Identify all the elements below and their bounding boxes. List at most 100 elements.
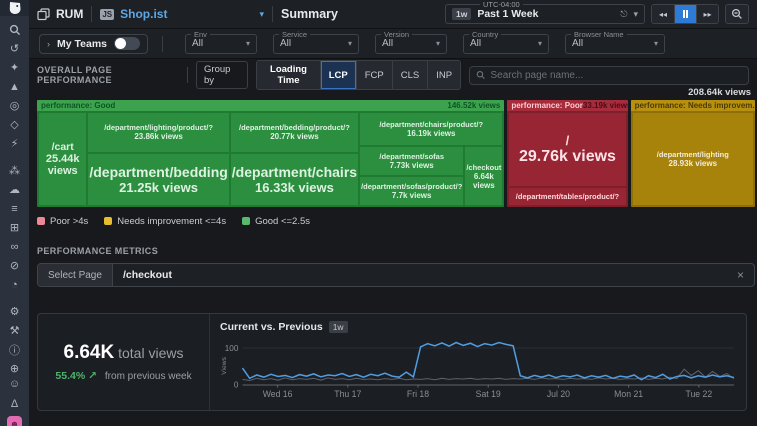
treemap-poor-header: performance: Poor 33.19k views <box>507 100 627 111</box>
env-filter-value: All <box>192 38 203 49</box>
history-icon[interactable]: ↺ <box>4 41 25 56</box>
poor-header-label: performance: Poor <box>511 101 583 110</box>
page-search-box[interactable] <box>469 66 749 85</box>
application-picker[interactable]: JS Shop.ist ▾ <box>100 7 264 21</box>
group-by-button[interactable]: Group by <box>196 61 248 89</box>
treemap-cell-bedding-product[interactable]: /department/bedding/product/?20.77k view… <box>231 113 358 152</box>
step-forward-button[interactable]: ▸▸ <box>696 5 718 23</box>
tab-fcp[interactable]: FCP <box>356 61 392 89</box>
range-badge: 1w <box>452 8 471 20</box>
settings-gear-icon[interactable]: ⚙ <box>4 304 25 319</box>
treemap-group-poor: performance: Poor 33.19k views /29.76k v… <box>507 100 627 207</box>
legend-needs-improvement[interactable]: Needs improvement <=4s <box>104 216 226 227</box>
step-back-button[interactable]: ◂◂ <box>652 5 674 23</box>
search-icon <box>476 70 485 80</box>
datadog-logo[interactable] <box>0 0 29 16</box>
treemap-cell-tables-product[interactable]: /department/tables/product/? <box>509 188 625 205</box>
browser-name-filter[interactable]: Browser Name All ▾ <box>565 34 665 54</box>
my-teams-toggle-pill[interactable]: › My Teams <box>39 34 148 54</box>
pause-button[interactable] <box>674 5 696 23</box>
treemap-col-2: /department/lighting/product/?23.86k vie… <box>88 113 228 205</box>
svg-text:0: 0 <box>234 381 239 390</box>
version-filter-value: All <box>382 38 393 49</box>
treemap-cell-chairs[interactable]: /department/chairs16.33k views <box>231 154 358 206</box>
delta-note: from previous week <box>105 371 192 382</box>
time-scrub-controls: ◂◂ ▸▸ <box>651 4 719 24</box>
delta-line: 55.4% ↗ from previous week <box>55 370 191 382</box>
country-filter-value: All <box>470 38 481 49</box>
legend-poor[interactable]: Poor >4s <box>37 216 88 227</box>
chevron-down-icon: ▾ <box>259 9 264 20</box>
chevron-down-icon: ▾ <box>633 9 638 20</box>
left-sidebar: ↺ ✦ ▲ ◎ ◇ ⚡ ⁂ ☁ ≡ ⊞ ∞ ⊘ ◔ ⚙ ⚒ ⓘ ⊕ ☺ Δ ☻ … <box>0 0 29 426</box>
org-icon[interactable]: ⊕ <box>4 361 25 376</box>
logs-icon[interactable]: ≡ <box>4 201 25 216</box>
version-filter[interactable]: Version All ▾ <box>375 34 447 54</box>
my-teams-label: My Teams <box>57 38 107 50</box>
browser-filter-label: Browser Name <box>571 30 627 39</box>
metrics-icon[interactable]: ▲ <box>4 79 25 94</box>
treemap-cell-cart[interactable]: /cart25.44k views <box>39 113 86 205</box>
page-search-input[interactable] <box>490 70 742 81</box>
clear-selection-icon[interactable]: × <box>727 268 754 282</box>
rum-breadcrumb[interactable]: RUM <box>37 7 83 21</box>
treemap-cell-bedding[interactable]: /department/bedding21.25k views <box>88 154 228 206</box>
zoom-out-button[interactable] <box>725 4 749 24</box>
tab-cls[interactable]: CLS <box>392 61 427 89</box>
apm-icon[interactable]: ◎ <box>4 98 25 113</box>
treemap-cell-lighting[interactable]: /department/lighting28.93k views <box>633 113 753 205</box>
country-filter[interactable]: Country All ▾ <box>463 34 549 54</box>
treemap-cell-chairs-product[interactable]: /department/chairs/product/?16.19k views <box>360 113 502 145</box>
total-views-stats: 6.64K total views 55.4% ↗ from previous … <box>38 314 210 410</box>
chevron-down-icon: ▾ <box>538 39 542 48</box>
security-icon[interactable]: ☁ <box>4 182 25 197</box>
page-title: Summary <box>281 7 338 21</box>
time-range-picker[interactable]: UTC-04:00 1w Past 1 Week ⎋ ▾ <box>445 4 645 24</box>
divider <box>187 67 188 83</box>
tab-lcp[interactable]: LCP <box>320 61 356 89</box>
chevron-down-icon: ▾ <box>246 39 250 48</box>
svg-text:Mon 21: Mon 21 <box>614 389 643 399</box>
tab-inp[interactable]: INP <box>427 61 460 89</box>
user-avatar[interactable]: ☻ <box>7 416 22 426</box>
performance-treemap: performance: Good 146.52k views /cart25.… <box>37 100 755 207</box>
legend-good-label: Good <=2.5s <box>255 216 310 227</box>
search-icon[interactable] <box>4 22 25 37</box>
treemap-cell-checkout[interactable]: /checkout6.64k views <box>465 147 502 205</box>
content-area: OVERALL PAGE PERFORMANCE Group by Loadin… <box>29 59 757 426</box>
filter-selects: Env All ▾ Service All ▾ Version All ▾ Co… <box>185 34 665 54</box>
my-teams-toggle[interactable] <box>114 37 140 50</box>
network-icon[interactable]: ⁂ <box>4 163 25 178</box>
watchdog-icon[interactable]: ✦ <box>4 60 25 75</box>
divider <box>272 6 273 22</box>
treemap-cell-sofas-product[interactable]: /department/sofas/product/?7.7k views <box>360 177 463 205</box>
env-filter[interactable]: Env All ▾ <box>185 34 257 54</box>
service-filter-value: All <box>280 38 291 49</box>
events-icon[interactable]: ⚡ <box>4 136 25 151</box>
integrations-icon[interactable]: ⚒ <box>4 323 25 338</box>
divider <box>162 36 163 52</box>
up-right-arrow-icon: ↗ <box>88 370 97 382</box>
legend-good-swatch <box>242 217 250 225</box>
svg-text:Sat 19: Sat 19 <box>476 389 501 399</box>
bell-icon[interactable]: Δ <box>4 396 25 411</box>
service-filter[interactable]: Service All ▾ <box>273 34 359 54</box>
group-by-value[interactable]: Loading Time <box>257 61 319 89</box>
shield-icon[interactable]: ⊘ <box>4 258 25 273</box>
synthetics-icon[interactable]: ∞ <box>4 239 25 254</box>
views-line-chart[interactable]: 1000ViewsWed 16Thu 17Fri 18Sat 19Jul 20M… <box>220 335 736 401</box>
rum-windows-icon <box>37 8 50 21</box>
treemap-cell-root[interactable]: /29.76k views <box>509 113 625 186</box>
info-icon[interactable]: ⓘ <box>4 342 25 357</box>
treemap-cell-lighting-product[interactable]: /department/lighting/product/?23.86k vie… <box>88 113 228 152</box>
sidebar-nav-icons: ↺ ✦ ▲ ◎ ◇ ⚡ ⁂ ☁ ≡ ⊞ ∞ ⊘ ◔ ⚙ ⚒ ⓘ ⊕ <box>0 22 29 376</box>
service-map-icon[interactable]: ◇ <box>4 117 25 132</box>
monitors-icon[interactable]: ◔ <box>4 277 25 292</box>
invite-user-icon[interactable]: ☺ <box>4 376 25 391</box>
treemap-cell-sofas[interactable]: /department/sofas7.73k views <box>360 147 463 175</box>
js-badge: JS <box>100 9 114 20</box>
pin-icon[interactable]: ⎋ <box>620 9 627 20</box>
select-page-bar[interactable]: Select Page /checkout × <box>37 263 755 287</box>
legend-good[interactable]: Good <=2.5s <box>242 216 310 227</box>
rum-icon[interactable]: ⊞ <box>4 220 25 235</box>
